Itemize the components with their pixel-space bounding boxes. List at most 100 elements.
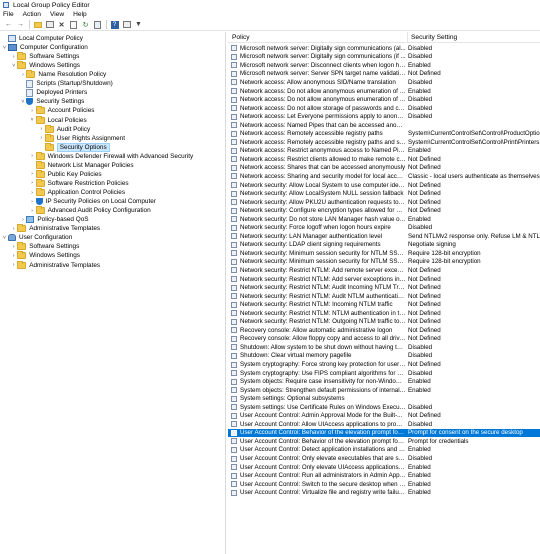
- policy-row[interactable]: Microsoft network server: Digitally sign…: [228, 44, 540, 53]
- show-hide-tree-icon[interactable]: [45, 20, 54, 29]
- expand-chevron-icon[interactable]: ›: [19, 71, 26, 78]
- policy-row[interactable]: Network security: Restrict NTLM: Add rem…: [228, 266, 540, 275]
- tree-item[interactable]: Scripts (Startup/Shutdown): [19, 79, 113, 88]
- policy-row[interactable]: Network access: Restrict clients allowed…: [228, 155, 540, 164]
- policy-row[interactable]: Microsoft network server: Disconnect cli…: [228, 61, 540, 70]
- tree-item[interactable]: › Policy-based QoS: [19, 215, 89, 224]
- policy-row[interactable]: Recovery console: Allow automatic admini…: [228, 326, 540, 335]
- policy-row[interactable]: Network access: Do not allow anonymous e…: [228, 95, 540, 104]
- policy-row[interactable]: Network security: Minimum session securi…: [228, 258, 540, 267]
- tree-item[interactable]: ˅ User Configuration: [1, 233, 72, 242]
- collapse-chevron-icon[interactable]: ˅: [29, 117, 36, 124]
- policy-row[interactable]: Network security: Restrict NTLM: Audit I…: [228, 283, 540, 292]
- policy-row[interactable]: Network access: Remotely accessible regi…: [228, 129, 540, 138]
- policy-row[interactable]: Network security: Allow LocalSystem NULL…: [228, 189, 540, 198]
- policy-row[interactable]: System settings: Use Certificate Rules o…: [228, 403, 540, 412]
- collapse-chevron-icon[interactable]: ˅: [10, 62, 17, 69]
- policy-list[interactable]: Policy Security Setting Microsoft networ…: [228, 32, 540, 554]
- policy-row[interactable]: Network security: Restrict NTLM: Outgoin…: [228, 318, 540, 327]
- policy-row[interactable]: System settings: Optional subsystems: [228, 394, 540, 403]
- filter-icon[interactable]: ▼: [134, 20, 143, 29]
- tree-item[interactable]: ˅ Computer Configuration: [1, 43, 88, 52]
- policy-row[interactable]: Shutdown: Clear virtual memory pagefile D…: [228, 352, 540, 361]
- tree-item[interactable]: › Public Key Policies: [29, 169, 102, 179]
- expand-chevron-icon[interactable]: ›: [29, 198, 36, 205]
- policy-row[interactable]: Network security: Do not store LAN Manag…: [228, 215, 540, 224]
- tree-item[interactable]: Local Computer Policy: [1, 34, 83, 43]
- policy-row[interactable]: Network security: Restrict NTLM: Add ser…: [228, 275, 540, 284]
- menu-help[interactable]: Help: [73, 11, 87, 18]
- policy-row[interactable]: System objects: Strengthen default permi…: [228, 386, 540, 395]
- expand-chevron-icon[interactable]: ›: [29, 153, 36, 160]
- tree-item[interactable]: › Advanced Audit Policy Configuration: [29, 206, 151, 215]
- policy-row[interactable]: Network access: Named Pipes that can be …: [228, 121, 540, 130]
- policy-row[interactable]: User Account Control: Allow UIAccess app…: [228, 420, 540, 429]
- policy-row[interactable]: System cryptography: Use FIPS compliant …: [228, 369, 540, 378]
- tree-item[interactable]: › Application Control Policies: [29, 188, 125, 197]
- policy-row[interactable]: Network security: Restrict NTLM: Incomin…: [228, 300, 540, 309]
- policy-row[interactable]: User Account Control: Behavior of the el…: [228, 437, 540, 446]
- policy-row[interactable]: System objects: Require case insensitivi…: [228, 377, 540, 386]
- policy-row[interactable]: Network security: Minimum session securi…: [228, 249, 540, 258]
- back-icon[interactable]: ←: [4, 20, 13, 29]
- expand-chevron-icon[interactable]: ›: [10, 225, 17, 232]
- policy-row[interactable]: Network access: Let Everyone permissions…: [228, 112, 540, 121]
- tree-item[interactable]: › Software Settings: [10, 242, 79, 251]
- tree-item[interactable]: › IP Security Policies on Local Computer: [29, 197, 156, 206]
- delete-icon[interactable]: ✕: [57, 20, 66, 29]
- tree-item[interactable]: Network List Manager Policies: [29, 160, 134, 170]
- tree-item[interactable]: Deployed Printers: [19, 88, 87, 97]
- tree-item[interactable]: › Administrative Templates: [10, 224, 100, 233]
- column-header-policy[interactable]: Policy: [232, 34, 250, 41]
- policy-row[interactable]: User Account Control: Detect application…: [228, 446, 540, 455]
- expand-chevron-icon[interactable]: ›: [29, 189, 36, 196]
- expand-chevron-icon[interactable]: ›: [29, 207, 36, 214]
- tree-item[interactable]: ˅ Security Settings: [19, 97, 84, 106]
- policy-row[interactable]: User Account Control: Only elevate execu…: [228, 454, 540, 463]
- expand-chevron-icon[interactable]: ›: [10, 243, 17, 250]
- tree-item[interactable]: Security Options: [38, 142, 110, 152]
- export-icon[interactable]: [93, 20, 102, 29]
- properties-icon[interactable]: [69, 20, 78, 29]
- forward-icon[interactable]: →: [16, 20, 25, 29]
- policy-row[interactable]: Network access: Do not allow anonymous e…: [228, 87, 540, 96]
- policy-row[interactable]: Network security: LDAP client signing re…: [228, 241, 540, 250]
- refresh-icon[interactable]: ↻: [81, 20, 90, 29]
- policy-row[interactable]: Network security: Configure encryption t…: [228, 206, 540, 215]
- tree-item[interactable]: › Administrative Templates: [10, 260, 100, 270]
- policy-row[interactable]: User Account Control: Behavior of the el…: [228, 428, 540, 438]
- policy-row[interactable]: Network security: Restrict NTLM: Audit N…: [228, 292, 540, 301]
- policy-row[interactable]: Network security: LAN Manager authentica…: [228, 232, 540, 241]
- policy-row[interactable]: User Account Control: Run all administra…: [228, 471, 540, 480]
- tree-item[interactable]: ˅ Windows Settings: [10, 61, 80, 70]
- policy-row[interactable]: Network access: Allow anonymous SID/Name…: [228, 78, 540, 87]
- tree-item[interactable]: › Windows Settings: [10, 251, 80, 260]
- expand-chevron-icon[interactable]: ›: [10, 262, 17, 269]
- collapse-chevron-icon[interactable]: ˅: [19, 98, 26, 105]
- policy-row[interactable]: User Account Control: Admin Approval Mod…: [228, 412, 540, 421]
- policy-row[interactable]: Network access: Remotely accessible regi…: [228, 138, 540, 147]
- tree-item[interactable]: › Account Policies: [29, 106, 94, 115]
- policy-row[interactable]: Network security: Allow PKU2U authentica…: [228, 198, 540, 207]
- tree-item[interactable]: › Audit Policy: [38, 124, 90, 134]
- policy-row[interactable]: Microsoft network server: Server SPN tar…: [228, 70, 540, 79]
- console-tree[interactable]: Local Computer Policy ˅ Computer Configura…: [0, 32, 226, 554]
- tree-item[interactable]: › Windows Defender Firewall with Advanced…: [29, 151, 193, 161]
- tree-item[interactable]: › User Rights Assignment: [38, 133, 125, 143]
- expand-chevron-icon[interactable]: ›: [29, 180, 36, 187]
- menu-action[interactable]: Action: [23, 11, 41, 18]
- expand-chevron-icon[interactable]: ›: [10, 252, 17, 259]
- policy-row[interactable]: Network security: Allow Local System to …: [228, 181, 540, 190]
- up-icon[interactable]: [33, 20, 42, 29]
- policy-row[interactable]: User Account Control: Virtualize file an…: [228, 488, 540, 497]
- policy-row[interactable]: Recovery console: Allow floppy copy and …: [228, 335, 540, 344]
- expand-chevron-icon[interactable]: ›: [38, 126, 45, 133]
- policy-row[interactable]: Network access: Do not allow storage of …: [228, 104, 540, 113]
- policy-row[interactable]: Shutdown: Allow system to be shut down w…: [228, 343, 540, 352]
- help-icon[interactable]: ?: [110, 20, 119, 29]
- expand-chevron-icon[interactable]: ›: [29, 107, 36, 114]
- tree-item[interactable]: › Software Settings: [10, 52, 79, 61]
- column-header-security-setting[interactable]: Security Setting: [407, 32, 457, 43]
- expand-chevron-icon[interactable]: ›: [10, 53, 17, 60]
- tree-item[interactable]: › Software Restriction Policies: [29, 178, 129, 188]
